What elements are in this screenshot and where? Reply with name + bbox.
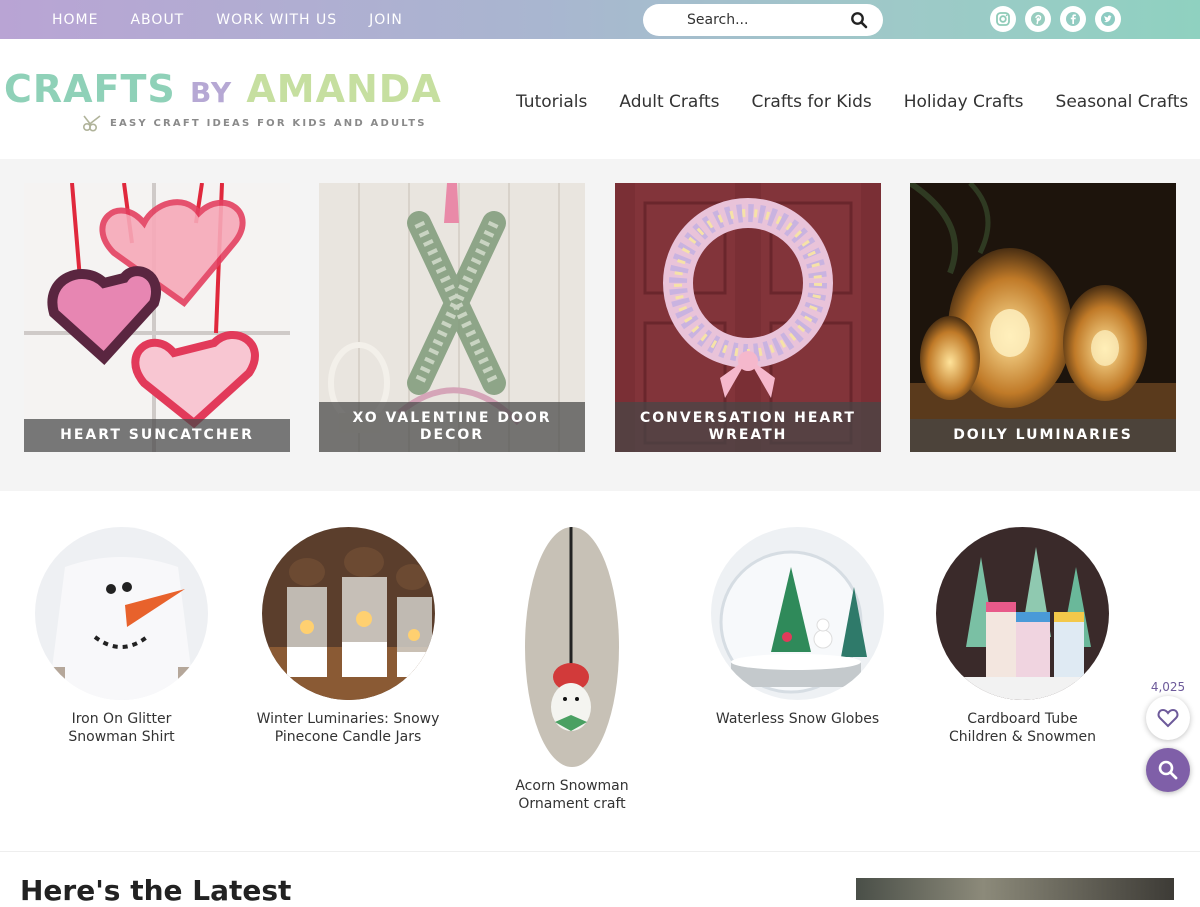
section-divider	[0, 851, 1200, 852]
nav-tutorials[interactable]: Tutorials	[516, 92, 587, 112]
logo-word-crafts: CRAFTS	[4, 67, 176, 111]
top-nav-join[interactable]: JOIN	[369, 12, 403, 28]
post-thumbnail	[711, 527, 884, 700]
favorite-count: 4,025	[1150, 680, 1186, 694]
snowman-shirt-image	[35, 527, 208, 700]
post-title: Acorn Snowman Ornament craft	[515, 778, 629, 812]
social-links	[990, 6, 1130, 32]
featured-title: HEART SUNCATCHER	[24, 419, 290, 452]
post-thumbnail	[525, 527, 619, 767]
featured-card-heart-suncatcher[interactable]: HEART SUNCATCHER	[24, 183, 290, 452]
top-nav-home[interactable]: HOME	[52, 12, 98, 28]
search-icon[interactable]	[850, 11, 868, 29]
nav-seasonal-crafts[interactable]: Seasonal Crafts	[1056, 92, 1189, 112]
circle-post-cardboard-tube-snowmen[interactable]: Cardboard Tube Children & Snowmen	[936, 527, 1109, 746]
snow-globes-image	[711, 527, 884, 700]
twitter-icon[interactable]	[1095, 6, 1121, 32]
featured-title: CONVERSATION HEART WREATH	[615, 402, 881, 452]
featured-card-xo-valentine[interactable]: XO VALENTINE DOOR DECOR	[319, 183, 585, 452]
heart-suncatcher-image	[24, 183, 290, 452]
top-nav-work-with-us[interactable]: WORK WITH US	[216, 12, 337, 28]
featured-posts: HEART SUNCATCHER XO VALENTINE DOOR DECOR	[0, 159, 1200, 491]
logo-wordmark: CRAFTS BY AMANDA	[4, 66, 441, 116]
featured-title: DOILY LUMINARIES	[910, 419, 1176, 452]
top-bar: HOME ABOUT WORK WITH US JOIN	[0, 0, 1200, 39]
nav-crafts-for-kids[interactable]: Crafts for Kids	[752, 92, 872, 112]
acorn-snowman-image	[525, 527, 619, 767]
doily-luminaries-image	[910, 183, 1176, 452]
circle-post-glitter-snowman-shirt[interactable]: Iron On Glitter Snowman Shirt	[35, 527, 208, 746]
nav-adult-crafts[interactable]: Adult Crafts	[619, 92, 719, 112]
circle-post-acorn-snowman-ornament[interactable]: Acorn Snowman Ornament craft	[497, 527, 647, 813]
featured-card-conversation-heart-wreath[interactable]: CONVERSATION HEART WREATH	[615, 183, 881, 452]
featured-card-doily-luminaries[interactable]: DOILY LUMINARIES	[910, 183, 1176, 452]
logo-word-amanda: AMANDA	[246, 67, 442, 111]
nav-holiday-crafts[interactable]: Holiday Crafts	[904, 92, 1024, 112]
circle-post-winter-luminaries[interactable]: Winter Luminaries: Snowy Pinecone Candle…	[248, 527, 448, 746]
post-thumbnail	[261, 527, 435, 700]
cardboard-tube-snowmen-image	[936, 527, 1109, 700]
top-nav-about[interactable]: ABOUT	[130, 12, 184, 28]
instagram-icon[interactable]	[990, 6, 1016, 32]
pinecone-candle-jars-image	[261, 527, 435, 700]
logo-tagline-row: EASY CRAFT IDEAS FOR KIDS AND ADULTS	[82, 114, 427, 132]
circle-post-waterless-snow-globes[interactable]: Waterless Snow Globes	[711, 527, 884, 728]
latest-heading: Here's the Latest	[20, 874, 292, 907]
post-title: Cardboard Tube Children & Snowmen	[949, 711, 1096, 745]
logo-word-by: BY	[190, 76, 233, 109]
pinterest-icon[interactable]	[1025, 6, 1051, 32]
main-nav: Tutorials Adult Crafts Crafts for Kids H…	[516, 92, 1200, 112]
post-title: Iron On Glitter Snowman Shirt	[68, 711, 175, 745]
scissors-icon	[82, 115, 101, 132]
heart-icon	[1157, 708, 1179, 728]
search-icon	[1158, 760, 1178, 780]
search-input[interactable]	[687, 10, 847, 30]
favorite-button[interactable]	[1146, 696, 1190, 740]
post-title: Waterless Snow Globes	[715, 711, 880, 727]
featured-title: XO VALENTINE DOOR DECOR	[319, 402, 585, 452]
post-thumbnail	[35, 527, 208, 700]
search-fab[interactable]	[1146, 748, 1190, 792]
search-box	[643, 4, 883, 36]
sidebar-photo	[856, 878, 1174, 900]
facebook-icon[interactable]	[1060, 6, 1086, 32]
post-thumbnail	[936, 527, 1109, 700]
top-nav: HOME ABOUT WORK WITH US JOIN	[36, 0, 419, 39]
site-logo[interactable]: CRAFTS BY AMANDA EASY CRAFT IDEAS FOR KI…	[4, 66, 441, 138]
logo-tagline: EASY CRAFT IDEAS FOR KIDS AND ADULTS	[110, 117, 427, 129]
post-title: Winter Luminaries: Snowy Pinecone Candle…	[256, 711, 440, 745]
